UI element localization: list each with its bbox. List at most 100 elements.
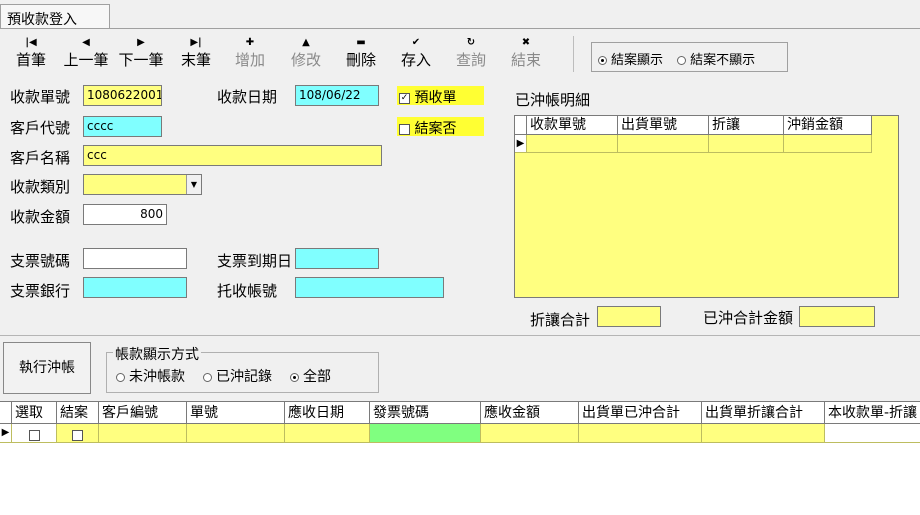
select-cell[interactable] (12, 424, 57, 443)
closed-label: 結案否 (414, 121, 457, 137)
edit-button[interactable]: ▲ 修改 (278, 36, 334, 72)
col-customer-no[interactable]: 客戶編號 (99, 402, 187, 424)
prev-icon: ◀ (82, 37, 90, 48)
unoffset-option[interactable]: 未沖帳款 (116, 366, 185, 386)
receipt-no-label: 收款單號 (10, 88, 71, 106)
grid-cell[interactable] (579, 424, 702, 443)
cheque-no-label: 支票號碼 (10, 252, 71, 270)
query-button[interactable]: ↻ 查詢 (443, 36, 499, 72)
grid-cell[interactable] (784, 135, 872, 153)
add-label: 增加 (234, 51, 265, 69)
finish-button[interactable]: ✖ 結束 (498, 36, 554, 72)
edit-label: 修改 (290, 51, 321, 69)
radio-icon (677, 56, 687, 65)
radio-selected-icon (290, 372, 299, 382)
offset-detail-title: 已沖帳明細 (515, 91, 591, 109)
last-record-button[interactable]: ▶| 末筆 (168, 36, 224, 72)
cheque-no-field[interactable] (83, 248, 187, 269)
col-select[interactable]: 選取 (12, 402, 57, 424)
col-closed[interactable]: 結案 (57, 402, 99, 424)
tab-prepaid-receipt-entry[interactable]: 預收款登入 (0, 4, 110, 28)
closed-checkbox[interactable]: 結案否 (397, 117, 484, 137)
col-receipt-discount[interactable]: 本收款單-折讓 (825, 402, 920, 424)
query-label: 查詢 (455, 51, 486, 69)
prev-record-button[interactable]: ◀ 上一筆 (58, 36, 114, 72)
delete-button[interactable]: ▬ 刪除 (333, 36, 389, 72)
offset-records-option[interactable]: 已沖記錄 (203, 366, 272, 386)
category-label: 收款類別 (10, 178, 71, 196)
col-doc-no[interactable]: 單號 (187, 402, 285, 424)
col-receivable-amount[interactable]: 應收金額 (481, 402, 579, 424)
cheque-bank-field[interactable] (83, 277, 187, 298)
customer-code-field[interactable]: cccc (83, 116, 162, 137)
save-button[interactable]: ✔ 存入 (388, 36, 444, 72)
receipt-no-field[interactable]: 1080622001 (83, 85, 162, 106)
amount-field[interactable]: 800 (83, 204, 167, 225)
display-mode-title: 帳款顯示方式 (113, 344, 201, 364)
plus-icon: ✚ (245, 37, 255, 48)
row-pointer-icon: ▶ (0, 424, 12, 443)
customer-code-label: 客戶代號 (10, 119, 71, 137)
grid-cell[interactable] (187, 424, 285, 443)
closed-cell[interactable] (57, 424, 99, 443)
hide-closed-option[interactable]: 結案不顯示 (677, 53, 755, 68)
prepaid-label: 預收單 (414, 90, 457, 106)
customer-name-label: 客戶名稱 (10, 149, 71, 167)
receipt-date-label: 收款日期 (217, 88, 278, 106)
grid-cell[interactable] (99, 424, 187, 443)
prev-label: 上一筆 (63, 51, 109, 69)
closed-display-filter: 結案顯示 結案不顯示 (591, 42, 788, 72)
grid-cell[interactable] (618, 135, 709, 153)
grid-corner (515, 116, 527, 135)
collect-account-field[interactable] (295, 277, 444, 298)
close-icon: ✖ (521, 37, 531, 48)
offset-detail-grid[interactable]: 收款單號 出貨單號 折讓 沖銷金額 ▶ (514, 115, 899, 298)
checkbox-icon[interactable] (72, 429, 83, 441)
receipt-date-field[interactable]: 108/06/22 (295, 85, 379, 106)
run-offset-button[interactable]: 執行沖帳 (3, 342, 91, 394)
first-icon: |◀ (25, 37, 37, 48)
grid-cell[interactable] (285, 424, 370, 443)
col-shipment-no[interactable]: 出貨單號 (618, 116, 709, 135)
section-divider (0, 335, 920, 336)
col-shipment-discount-total[interactable]: 出貨單折讓合計 (702, 402, 825, 424)
grid-cell[interactable] (527, 135, 618, 153)
first-label: 首筆 (15, 51, 46, 69)
col-shipment-offset-total[interactable]: 出貨單已沖合計 (579, 402, 702, 424)
row-pointer-icon: ▶ (515, 135, 527, 153)
invoice-cell[interactable] (370, 424, 481, 443)
cheque-due-field[interactable] (295, 248, 379, 269)
add-button[interactable]: ✚ 增加 (222, 36, 278, 72)
grid-cell[interactable] (481, 424, 579, 443)
col-discount[interactable]: 折讓 (709, 116, 784, 135)
tab-divider (0, 28, 920, 29)
category-select[interactable]: ▼ (83, 174, 202, 195)
offset-records-label: 已沖記錄 (216, 369, 272, 385)
checkbox-icon[interactable] (28, 429, 40, 441)
checkbox-icon (399, 123, 410, 135)
prepaid-checkbox[interactable]: ✓ 預收單 (397, 86, 484, 106)
discount-total-label: 折讓合計 (530, 311, 591, 329)
grid-cell[interactable] (702, 424, 825, 443)
col-invoice-no[interactable]: 發票號碼 (370, 402, 481, 424)
col-offset-amount[interactable]: 沖銷金額 (784, 116, 872, 135)
col-receivable-date[interactable]: 應收日期 (285, 402, 370, 424)
next-record-button[interactable]: ▶ 下一筆 (113, 36, 169, 72)
show-closed-option[interactable]: 結案顯示 (598, 53, 663, 68)
check-icon: ✔ (411, 37, 421, 48)
grid-cell[interactable] (825, 424, 920, 443)
receivables-grid[interactable]: 選取 結案 客戶編號 單號 應收日期 發票號碼 應收金額 出貨單已沖合計 出貨單… (0, 401, 920, 515)
minus-icon: ▬ (356, 37, 366, 48)
all-option[interactable]: 全部 (290, 366, 331, 386)
save-label: 存入 (400, 51, 431, 69)
grid-cell[interactable] (709, 135, 784, 153)
unoffset-label: 未沖帳款 (129, 369, 185, 385)
grid-corner (0, 402, 12, 424)
first-record-button[interactable]: |◀ 首筆 (3, 36, 59, 72)
hide-closed-label: 結案不顯示 (690, 53, 756, 68)
amount-label: 收款金額 (10, 208, 71, 226)
col-receipt-no[interactable]: 收款單號 (527, 116, 618, 135)
last-icon: ▶| (190, 37, 202, 48)
chevron-down-icon[interactable]: ▼ (186, 175, 201, 194)
customer-name-field[interactable]: ccc (83, 145, 382, 166)
